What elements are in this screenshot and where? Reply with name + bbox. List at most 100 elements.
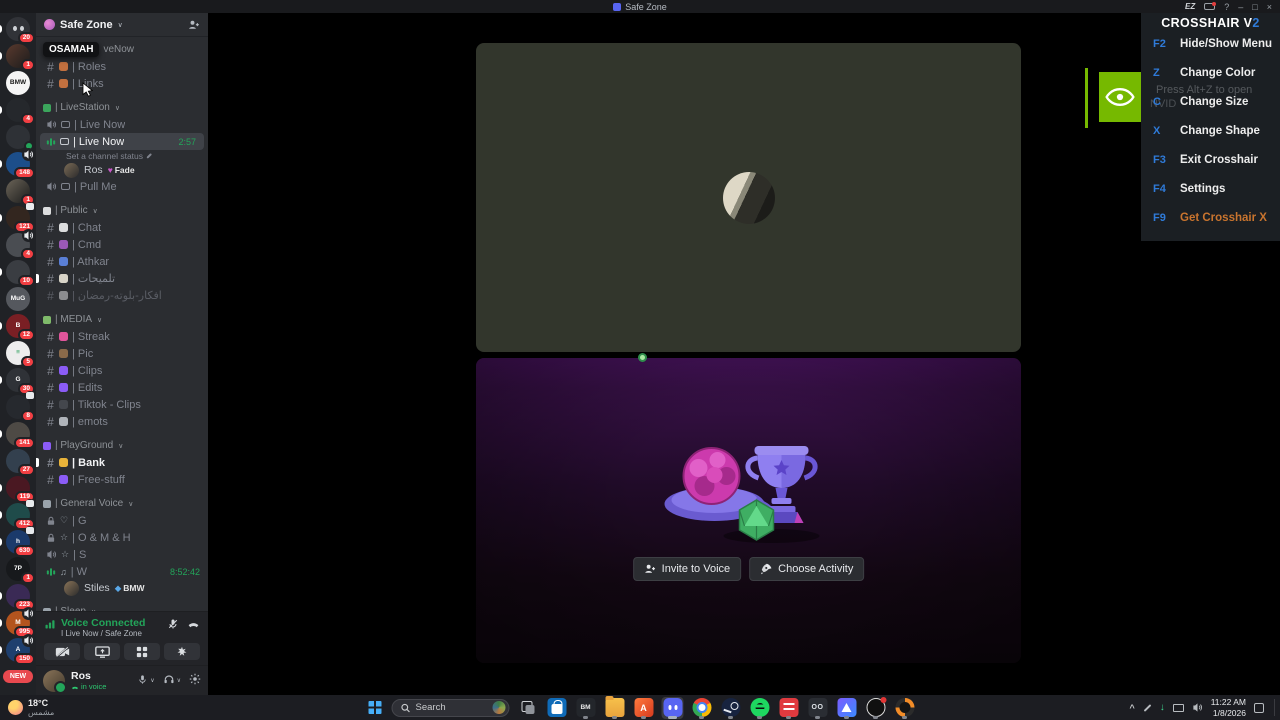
- crosshair-item-change-size[interactable]: C Change Size: [1141, 87, 1280, 116]
- category-livestation[interactable]: | LiveStation ∨: [36, 99, 208, 116]
- server-icon-server-15[interactable]: 8: [4, 391, 35, 422]
- crosshair-item-hide-show-menu[interactable]: F2 Hide/Show Menu: [1141, 29, 1280, 58]
- disconnect-call-icon[interactable]: [187, 617, 200, 635]
- taskbar-app-microsoft-store[interactable]: [546, 697, 568, 719]
- weather-widget[interactable]: 18°C مشمس: [0, 698, 62, 716]
- server-icon-server-18[interactable]: 119: [0, 474, 35, 503]
- minimize-button[interactable]: –: [1238, 2, 1243, 12]
- server-icon-new-server[interactable]: NEW: [2, 663, 34, 690]
- tray-display-icon[interactable]: [1172, 703, 1184, 712]
- maximize-button[interactable]: □: [1252, 2, 1257, 12]
- activities-button[interactable]: [124, 643, 160, 660]
- server-icon-server-g[interactable]: G 30: [0, 366, 35, 395]
- crosshair-item-change-color[interactable]: Z Change Color: [1141, 58, 1280, 87]
- taskbar-app-file-explorer[interactable]: [604, 696, 626, 719]
- channel-pic[interactable]: # | Pic: [36, 345, 208, 362]
- tray-download-icon[interactable]: ↓: [1160, 702, 1165, 713]
- server-header[interactable]: Safe Zone ∨: [36, 13, 208, 37]
- channel-tiktok-clips[interactable]: # | Tiktok - Clips: [36, 396, 208, 413]
- taskbar-app-ring-app[interactable]: [894, 697, 916, 719]
- server-icon-server-5[interactable]: [4, 123, 34, 151]
- taskbar-app-recorder[interactable]: [865, 697, 887, 719]
- channel-item[interactable]: # | تلميحات: [36, 270, 208, 287]
- soundboard-button[interactable]: [164, 643, 200, 660]
- taskbar-app-red-app[interactable]: [778, 697, 800, 719]
- server-icon-dm-osamah[interactable]: 1: [0, 42, 35, 71]
- server-icon-server-b[interactable]: B 12: [0, 312, 35, 341]
- taskbar-app-task-view[interactable]: [517, 697, 539, 719]
- tray-volume-icon[interactable]: [1192, 702, 1203, 713]
- channel-item[interactable]: # | افكار-بلوته-رمضان: [36, 287, 208, 304]
- taskbar-app-bo-app[interactable]: OO: [807, 697, 829, 719]
- server-icon-server-17[interactable]: 27: [4, 447, 35, 476]
- tray-clock[interactable]: 11:22 AM 1/8/2026: [1211, 697, 1246, 717]
- channel-g[interactable]: ♡ | G: [36, 512, 208, 529]
- server-icon-server-10[interactable]: 10: [0, 258, 35, 287]
- headphones-icon[interactable]: [163, 672, 175, 690]
- invite-people-icon[interactable]: [188, 19, 200, 31]
- category-general-voice[interactable]: | General Voice ∨: [36, 495, 208, 512]
- server-icon-server-16[interactable]: 141: [0, 420, 35, 449]
- channel-live-now[interactable]: | Live Now: [36, 116, 208, 133]
- mic-icon[interactable]: [137, 672, 148, 690]
- category-media[interactable]: | MEDIA ∨: [36, 311, 208, 328]
- server-icon-server-7p[interactable]: 7P 1: [4, 555, 35, 584]
- show-desktop-button[interactable]: [1274, 698, 1277, 717]
- category-playground[interactable]: | PlayGround ∨: [36, 437, 208, 454]
- mic-dropdown-chevron[interactable]: ∨: [150, 677, 154, 684]
- server-icon-server-13[interactable]: ≡ 5: [4, 339, 35, 368]
- server-icon-server-19[interactable]: 412: [0, 499, 35, 530]
- crosshair-item-settings[interactable]: F4 Settings: [1141, 174, 1280, 203]
- channel-cmd[interactable]: # | Cmd: [36, 236, 208, 253]
- taskbar-app-discord[interactable]: [661, 696, 684, 719]
- voice-member-ros[interactable]: Ros ♥ Fade: [36, 162, 208, 178]
- taskbar-app-spotify[interactable]: [749, 697, 771, 719]
- server-icon-bmw[interactable]: BMW: [4, 69, 32, 96]
- channel-live-now[interactable]: | Live Now 2:57: [40, 133, 204, 150]
- taskbar-app-chrome[interactable]: [691, 697, 713, 719]
- server-icon-server-24[interactable]: A 150: [0, 634, 35, 665]
- settings-gear-icon[interactable]: [189, 672, 201, 690]
- camera-button[interactable]: [44, 643, 80, 660]
- search-box[interactable]: Search: [391, 698, 510, 717]
- server-icon-server-20[interactable]: h 630: [0, 526, 35, 557]
- server-icon-server-23[interactable]: M 995: [0, 607, 35, 638]
- crosshair-item-change-shape[interactable]: X Change Shape: [1141, 116, 1280, 145]
- server-icon-server-4[interactable]: 4: [0, 96, 35, 125]
- help-button[interactable]: ?: [1224, 2, 1229, 12]
- server-icon-server-22[interactable]: 223: [0, 582, 35, 611]
- user-avatar[interactable]: [43, 669, 67, 694]
- channel-links[interactable]: # | Links: [36, 75, 208, 97]
- taskbar-app-a-app[interactable]: A: [633, 697, 655, 719]
- channel-roles[interactable]: # | Roles: [36, 58, 208, 75]
- server-icon-server-8[interactable]: 121: [0, 202, 35, 233]
- controller-icon[interactable]: [1204, 2, 1217, 10]
- taskbar-app-wolf-app[interactable]: [836, 697, 858, 719]
- category-venow[interactable]: OSAMAH veNow: [36, 41, 208, 58]
- choose-activity-button[interactable]: Choose Activity: [749, 557, 865, 581]
- server-icon-home[interactable]: 20: [0, 15, 35, 44]
- voice-member-stiles[interactable]: Stiles ◆ BMW: [36, 580, 208, 596]
- channel-emots[interactable]: # | emots: [36, 413, 208, 430]
- server-icon-server-9[interactable]: 4: [4, 229, 35, 260]
- noise-suppression-icon[interactable]: [167, 617, 179, 635]
- server-icon-server-6[interactable]: 148: [0, 148, 35, 179]
- headphones-dropdown-chevron[interactable]: ∨: [177, 677, 181, 684]
- crosshair-item-exit-crosshair[interactable]: F3 Exit Crosshair: [1141, 145, 1280, 174]
- tray-pen-icon[interactable]: [1143, 703, 1152, 712]
- channel-pull-me[interactable]: | Pull Me: [36, 178, 208, 195]
- channel-streak[interactable]: # | Streak: [36, 328, 208, 345]
- taskbar-app-steam[interactable]: [720, 697, 742, 719]
- close-button[interactable]: ×: [1267, 2, 1272, 12]
- channel-w[interactable]: ♫ | W 8:52:42: [36, 563, 208, 580]
- crosshair-item-get-crosshair-x[interactable]: F9 Get Crosshair X: [1141, 203, 1280, 232]
- channel-o-m-h[interactable]: ☆ | O & M & H: [36, 529, 208, 546]
- notification-center-icon[interactable]: [1254, 702, 1264, 713]
- channel-athkar[interactable]: # | Athkar: [36, 253, 208, 270]
- tray-expand-chevron[interactable]: ^: [1129, 703, 1134, 713]
- taskbar-app-bm-app[interactable]: BM: [575, 697, 597, 719]
- channel-clips[interactable]: # | Clips: [36, 362, 208, 379]
- category-public[interactable]: | Public ∨: [36, 202, 208, 219]
- start-button[interactable]: [365, 698, 385, 718]
- channel-edits[interactable]: # | Edits: [36, 379, 208, 396]
